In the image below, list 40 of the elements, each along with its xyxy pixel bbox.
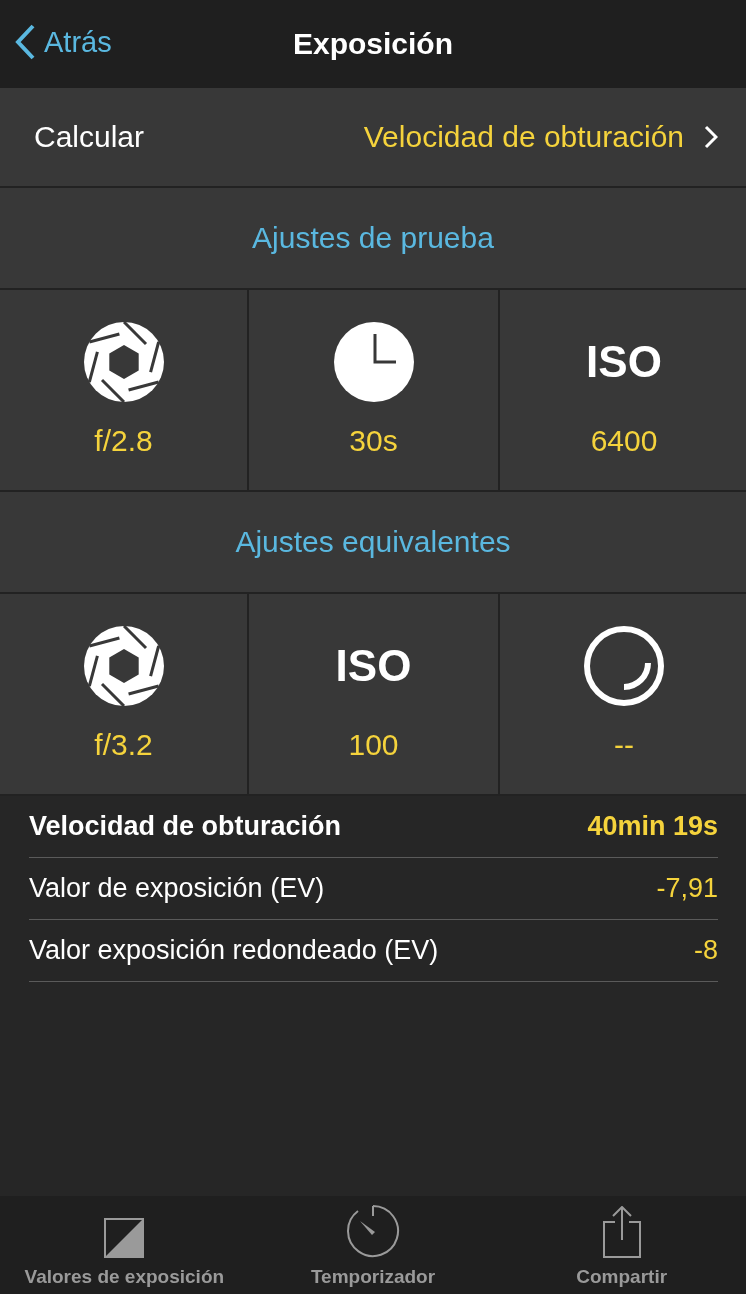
share-icon <box>601 1206 642 1258</box>
setting-cell[interactable]: -- <box>500 594 746 794</box>
setting-cell[interactable]: f/3.2 <box>0 594 247 794</box>
iso-label: ISO <box>335 640 412 692</box>
setting-cell[interactable]: ISO 100 <box>249 594 498 794</box>
back-label[interactable]: Atrás <box>44 25 112 59</box>
setting-value: 100 <box>348 728 399 762</box>
aperture-icon <box>83 322 164 402</box>
result-label: Valor exposición redondeado (EV) <box>29 935 439 966</box>
setting-value: f/3.2 <box>94 728 153 762</box>
tab-bar-item[interactable]: Valores de exposición <box>0 1196 249 1294</box>
result-value: -8 <box>694 935 718 966</box>
tab-bar-item[interactable]: Compartir <box>497 1196 746 1294</box>
aperture-icon <box>83 626 164 706</box>
clock-icon <box>333 322 414 402</box>
timer-icon <box>584 626 664 706</box>
timer-icon <box>346 1204 400 1258</box>
setting-cell[interactable]: f/2.8 <box>0 290 247 490</box>
setting-cell[interactable]: 30s <box>249 290 498 490</box>
exposure-icon <box>104 1218 145 1258</box>
setting-value: -- <box>614 728 634 762</box>
back-button[interactable]: Atrás <box>14 24 112 60</box>
result-value: 40min 19s <box>587 811 718 842</box>
calculate-row[interactable]: Calcular Velocidad de obturación <box>0 88 746 188</box>
tab-bar-item[interactable]: Temporizador <box>248 1196 498 1294</box>
chevron-icon <box>704 125 718 149</box>
calculate-label: Calcular <box>34 120 146 154</box>
setting-value: f/2.8 <box>94 424 153 458</box>
setting-value: 30s <box>349 424 398 458</box>
setting-cell[interactable]: ISO 6400 <box>500 290 746 490</box>
calculate-value: Velocidad de obturación <box>363 120 684 154</box>
result-label: Velocidad de obturación <box>29 811 342 842</box>
iso-label: ISO <box>586 336 662 388</box>
section-title: Ajustes de prueba <box>252 221 494 255</box>
window-title: Exposición <box>292 27 453 61</box>
setting-value: 6400 <box>590 424 658 458</box>
result-value: -7,91 <box>656 873 718 904</box>
result-label: Valor de exposición (EV) <box>29 873 325 904</box>
section-title: Ajustes equivalentes <box>235 525 511 559</box>
back-chevron-icon <box>14 24 36 60</box>
